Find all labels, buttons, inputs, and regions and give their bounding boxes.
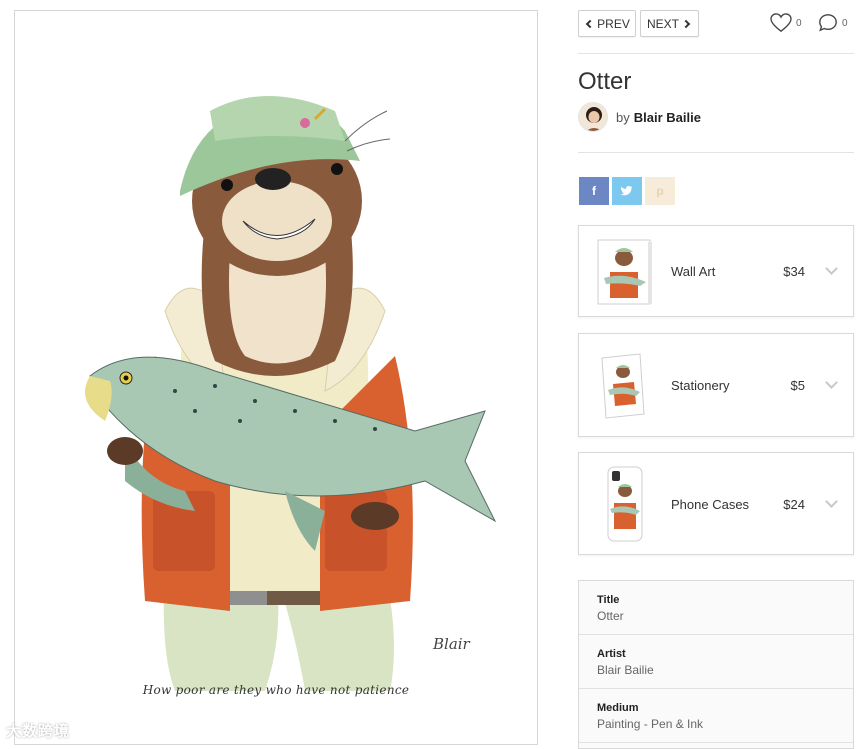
product-stationery[interactable]: Stationery $5 [578, 333, 854, 437]
detail-artist: Artist Blair Bailie [579, 635, 853, 689]
product-wall-art[interactable]: Wall Art $34 [578, 225, 854, 317]
chevron-left-icon [585, 19, 595, 28]
detail-value: Painting - Pen & Ink [597, 717, 704, 731]
artist-link[interactable]: Blair Bailie [634, 110, 701, 125]
twitter-icon [621, 186, 633, 196]
detail-medium: Medium Painting - Pen & Ink [579, 689, 853, 743]
avatar[interactable] [578, 102, 608, 132]
product-price: $34 [783, 264, 805, 279]
chevron-down-icon[interactable] [825, 495, 838, 508]
artist-row: by Blair Bailie [578, 101, 701, 133]
detail-label: Title [597, 594, 620, 606]
prev-button[interactable]: PREV [578, 10, 636, 37]
heart-icon [770, 13, 792, 33]
facebook-icon: f [592, 184, 596, 198]
like-button[interactable]: 0 [770, 13, 802, 33]
divider [578, 152, 854, 153]
detail-label: Artist [597, 648, 626, 660]
product-name: Wall Art [671, 264, 716, 279]
next-button[interactable]: NEXT [640, 10, 699, 37]
share-buttons: f p [579, 177, 675, 205]
pinterest-share-button[interactable]: p [645, 177, 675, 205]
pinterest-icon: p [656, 184, 664, 198]
product-name: Phone Cases [671, 497, 750, 512]
by-label: by [616, 109, 630, 125]
like-count: 0 [796, 17, 802, 29]
artwork-caption: How poor are they who have not patience [142, 683, 410, 697]
artwork-frame[interactable]: Blair How poor are they who have not pat… [14, 10, 538, 745]
product-name: Stationery [671, 378, 730, 393]
detail-value: Blair Bailie [597, 663, 654, 677]
stationery-thumbnail [601, 353, 645, 419]
watermark-text: 大数跨境 [6, 723, 71, 740]
artist-avatar-image [579, 103, 607, 131]
next-label: NEXT [646, 16, 679, 31]
page-title: Otter [578, 68, 632, 95]
product-price: $24 [783, 497, 805, 512]
product-phone-cases[interactable]: Phone Cases $24 [578, 452, 854, 555]
facebook-share-button[interactable]: f [579, 177, 609, 205]
chevron-right-icon [681, 19, 691, 28]
wall-art-thumbnail [597, 239, 652, 305]
detail-value: Otter [597, 609, 624, 623]
detail-title: Title Otter [579, 581, 853, 635]
artist-signature: Blair [433, 635, 470, 653]
chevron-down-icon[interactable] [825, 376, 838, 389]
comment-count: 0 [842, 17, 848, 29]
prev-label: PREV [597, 16, 630, 31]
artwork-nav: PREV NEXT 0 0 [578, 10, 854, 38]
comment-button[interactable]: 0 [818, 13, 848, 33]
twitter-share-button[interactable] [612, 177, 642, 205]
divider [578, 53, 854, 54]
comment-icon [819, 14, 837, 32]
artwork-details: Title Otter Artist Blair Bailie Medium P… [578, 580, 854, 749]
chevron-down-icon[interactable] [825, 262, 838, 275]
detail-label: Medium [597, 702, 639, 714]
product-price: $5 [790, 378, 805, 393]
phone-case-thumbnail [607, 466, 643, 542]
